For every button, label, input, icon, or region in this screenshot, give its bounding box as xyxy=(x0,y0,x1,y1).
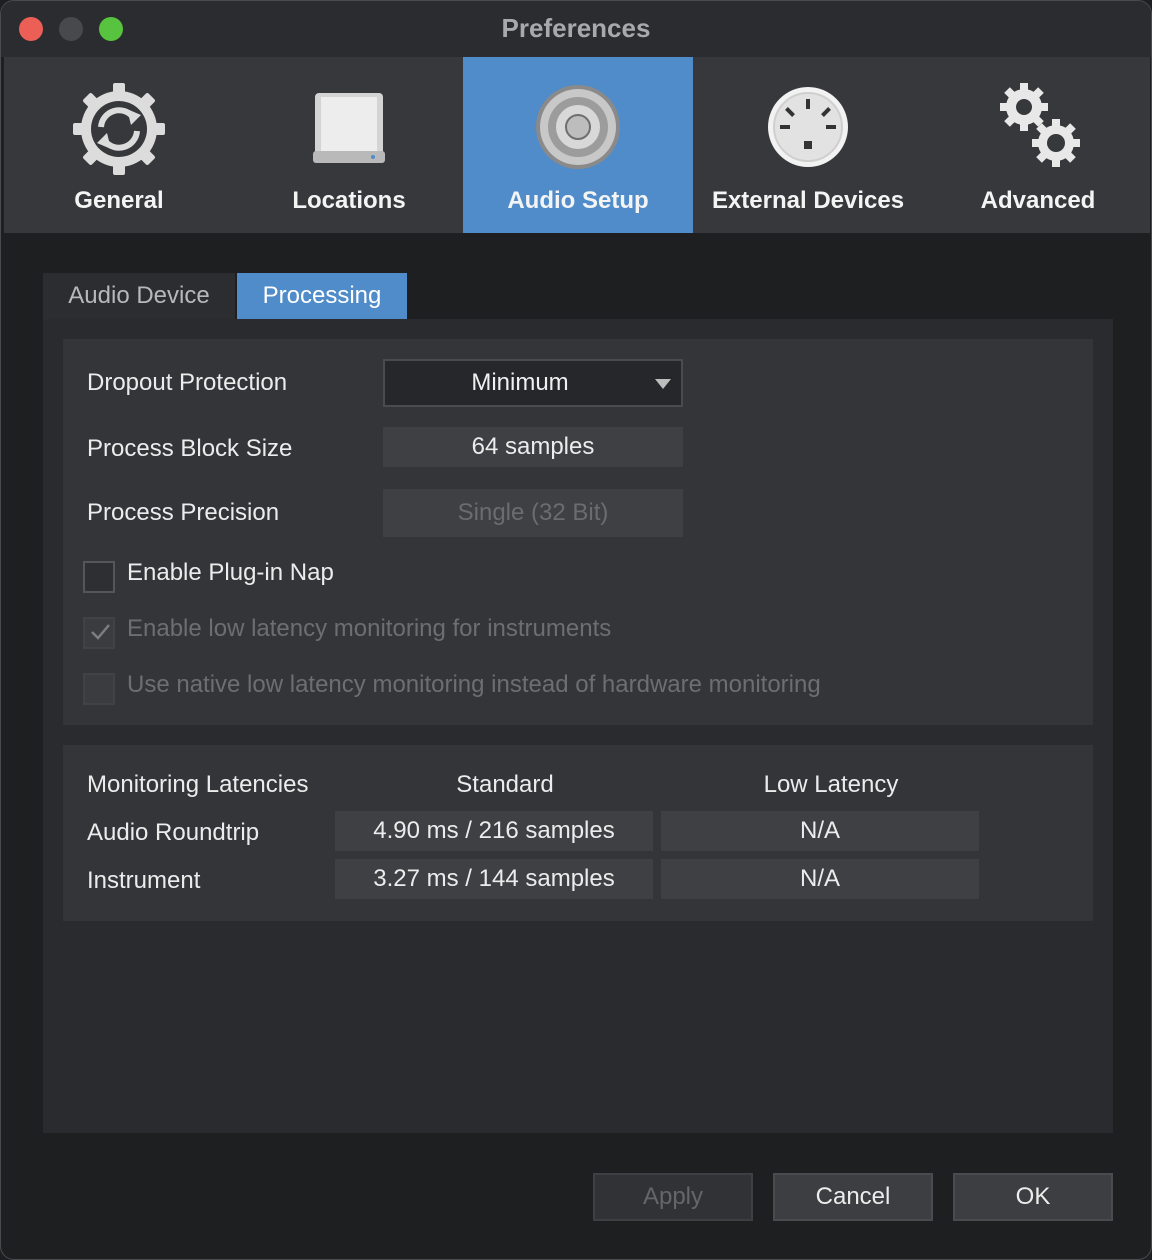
dropout-protection-dropdown[interactable]: Minimum xyxy=(383,359,683,407)
plugin-nap-checkbox[interactable] xyxy=(83,561,115,593)
processing-settings-group: Dropout Protection Minimum Process Block… xyxy=(63,339,1093,725)
cancel-button[interactable]: Cancel xyxy=(773,1173,933,1221)
block-size-label: Process Block Size xyxy=(87,435,293,462)
preferences-window: Preferences General Locations Audio Setu… xyxy=(0,0,1152,1260)
checkmark-icon xyxy=(91,624,110,640)
low-latency-instruments-label: Enable low latency monitoring for instru… xyxy=(127,615,612,642)
column-standard: Standard xyxy=(456,771,554,798)
dropout-protection-label: Dropout Protection xyxy=(87,369,288,396)
instrument-label: Instrument xyxy=(87,867,201,894)
toolbar-label-audio-setup: Audio Setup xyxy=(507,187,649,214)
audio-roundtrip-label: Audio Roundtrip xyxy=(87,819,260,846)
toolbar-label-general: General xyxy=(74,187,164,214)
subtab-processing[interactable]: Processing xyxy=(237,273,407,319)
gears-icon xyxy=(1000,83,1080,167)
plugin-nap-label: Enable Plug-in Nap xyxy=(127,559,334,586)
toolbar-tab-audio-setup[interactable]: Audio Setup xyxy=(463,57,693,233)
toolbar-tab-locations[interactable]: Locations xyxy=(234,57,464,233)
monitoring-latencies-title: Monitoring Latencies xyxy=(87,771,309,798)
chevron-down-icon xyxy=(655,379,671,389)
hard-drive-icon xyxy=(313,93,385,163)
monitoring-latencies-group: Monitoring Latencies Standard Low Latenc… xyxy=(63,745,1093,921)
low-latency-instruments-checkbox xyxy=(83,617,115,649)
toolbar-tab-general[interactable]: General xyxy=(4,57,234,233)
instrument-low: N/A xyxy=(661,859,979,899)
audio-roundtrip-standard: 4.90 ms / 216 samples xyxy=(335,811,653,851)
preferences-toolbar: General Locations Audio Setup External D… xyxy=(4,57,1150,233)
toolbar-label-locations: Locations xyxy=(292,187,406,214)
window-title: Preferences xyxy=(501,13,651,43)
column-low-latency: Low Latency xyxy=(763,771,899,798)
audio-roundtrip-low: N/A xyxy=(661,811,979,851)
toolbar-tab-advanced[interactable]: Advanced xyxy=(923,57,1151,233)
title-bar: Preferences xyxy=(1,1,1151,57)
sync-gear-icon xyxy=(73,83,165,175)
ok-button[interactable]: OK xyxy=(953,1173,1113,1221)
dropout-protection-value: Minimum xyxy=(471,369,569,396)
processing-panel: Dropout Protection Minimum Process Block… xyxy=(43,319,1113,1133)
instrument-standard: 3.27 ms / 144 samples xyxy=(335,859,653,899)
precision-label: Process Precision xyxy=(87,499,280,526)
precision-field: Single (32 Bit) xyxy=(383,489,683,537)
native-low-latency-checkbox xyxy=(83,673,115,705)
toolbar-label-advanced: Advanced xyxy=(980,187,1096,214)
apply-button[interactable]: Apply xyxy=(593,1173,753,1221)
speaker-icon xyxy=(536,85,620,169)
midi-port-icon xyxy=(768,87,848,167)
toolbar-tab-external-devices[interactable]: External Devices xyxy=(693,57,923,233)
native-low-latency-label: Use native low latency monitoring instea… xyxy=(127,671,821,698)
toolbar-label-external-devices: External Devices xyxy=(711,187,905,214)
subtab-audio-device[interactable]: Audio Device xyxy=(43,273,235,319)
block-size-field[interactable]: 64 samples xyxy=(383,427,683,467)
